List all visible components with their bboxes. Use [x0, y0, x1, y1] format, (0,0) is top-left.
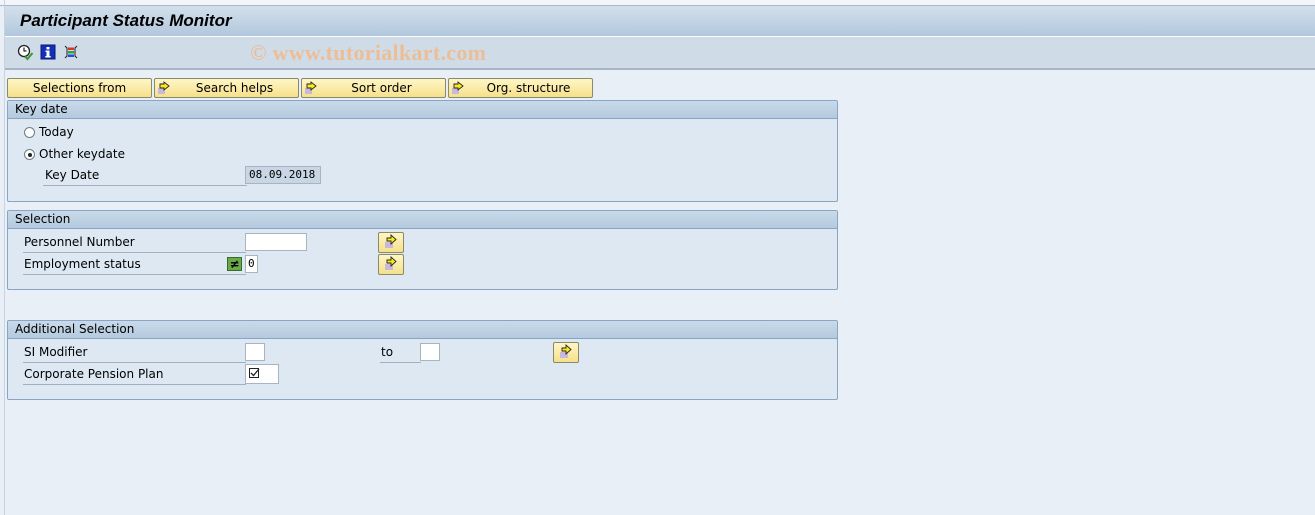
- personnel-number-label: Personnel Number: [23, 233, 246, 253]
- employment-status-input[interactable]: 0: [245, 255, 258, 273]
- today-radio[interactable]: [24, 127, 35, 138]
- personnel-number-input[interactable]: [245, 233, 307, 251]
- key-date-label: Key Date: [43, 166, 247, 186]
- not-equal-operator-icon[interactable]: ≠: [227, 257, 242, 271]
- personnel-number-multiple-selection-button[interactable]: [378, 232, 404, 253]
- si-modifier-to-input[interactable]: [420, 343, 440, 361]
- si-modifier-multiple-selection-button[interactable]: [553, 342, 579, 363]
- selections-from-button[interactable]: Selections from: [7, 78, 152, 98]
- get-variant-icon[interactable]: [62, 43, 80, 61]
- execute-clock-icon[interactable]: [16, 43, 34, 61]
- today-radio-label: Today: [39, 125, 74, 139]
- button-label: Selections from: [32, 81, 127, 95]
- application-toolbar: © www.tutorialkart.com: [5, 37, 1315, 70]
- arrow-right-icon: [157, 81, 171, 95]
- key-date-input[interactable]: 08.09.2018: [245, 166, 321, 184]
- other-keydate-radio-label: Other keydate: [39, 147, 125, 161]
- group-title: Additional Selection: [8, 321, 837, 339]
- employment-status-multiple-selection-button[interactable]: [378, 254, 404, 275]
- title-bar: Participant Status Monitor: [5, 6, 1315, 37]
- button-label: Sort order: [351, 81, 412, 95]
- checkbox-checked-icon: [249, 368, 260, 378]
- info-icon[interactable]: [39, 43, 57, 61]
- selection-group: Selection Personnel Number Employment st…: [7, 210, 838, 290]
- arrow-right-icon: [385, 233, 397, 248]
- arrow-right-icon: [304, 81, 318, 95]
- si-modifier-label: SI Modifier: [23, 343, 246, 363]
- button-label: Org. structure: [486, 81, 571, 95]
- sort-order-button[interactable]: Sort order: [301, 78, 446, 98]
- org-structure-button[interactable]: Org. structure: [448, 78, 593, 98]
- arrow-right-icon: [560, 343, 572, 358]
- watermark-text: © www.tutorialkart.com: [250, 40, 487, 65]
- employment-status-label: Employment status: [23, 255, 246, 275]
- button-label: Search helps: [195, 81, 274, 95]
- group-title: Selection: [8, 211, 837, 229]
- corporate-pension-plan-checkbox[interactable]: [245, 364, 279, 384]
- additional-selection-group: Additional Selection SI Modifier to Corp…: [7, 320, 838, 400]
- group-title: Key date: [8, 101, 837, 119]
- key-date-group: Key date Today Other keydate Key Date 08…: [7, 100, 838, 202]
- search-helps-button[interactable]: Search helps: [154, 78, 299, 98]
- si-modifier-to-label: to: [380, 343, 421, 363]
- other-keydate-radio[interactable]: [24, 149, 35, 160]
- arrow-right-icon: [451, 81, 465, 95]
- si-modifier-from-input[interactable]: [245, 343, 265, 361]
- arrow-right-icon: [385, 255, 397, 270]
- corporate-pension-plan-label: Corporate Pension Plan: [23, 365, 246, 385]
- page-title: Participant Status Monitor: [20, 11, 232, 30]
